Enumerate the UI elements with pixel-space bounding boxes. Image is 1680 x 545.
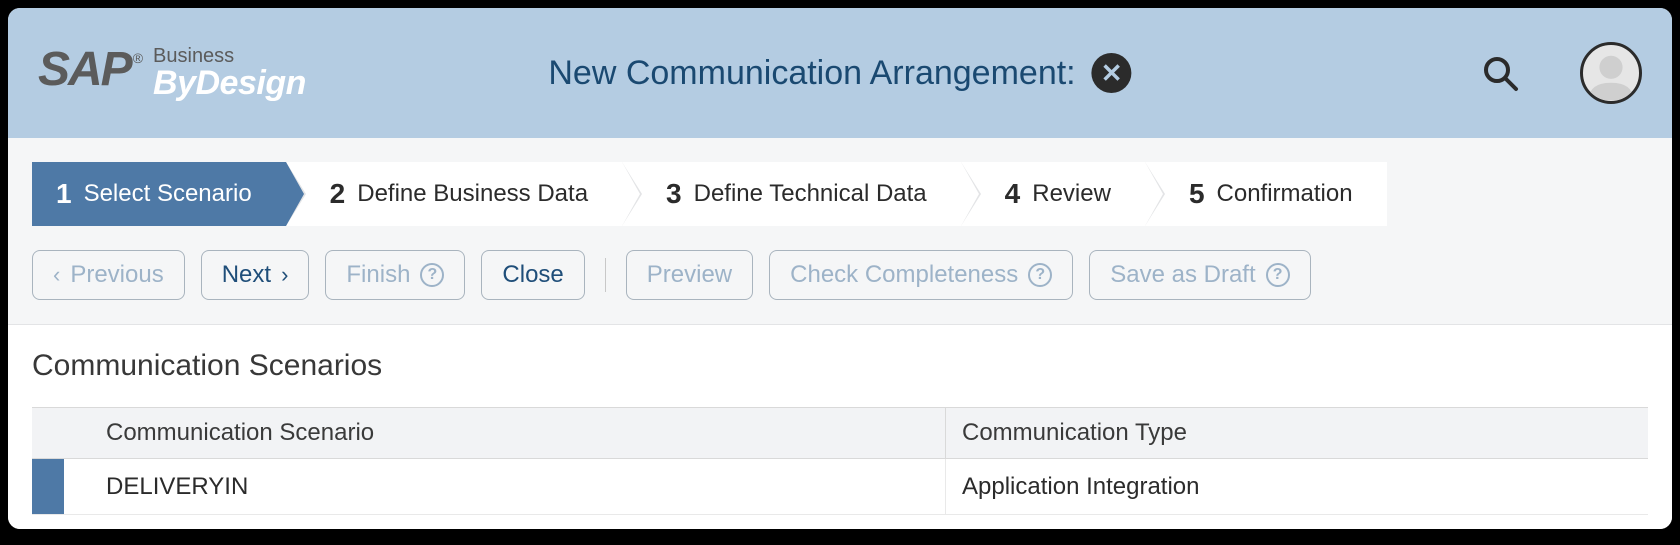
logo-brand: SAP <box>38 46 131 94</box>
save-as-draft-button[interactable]: Save as Draft ? <box>1089 250 1310 300</box>
app-header: SAP ® Business ByDesign New Communicatio… <box>8 8 1672 138</box>
row-selected-marker <box>32 459 64 514</box>
close-title-button[interactable]: ✕ <box>1092 53 1132 93</box>
button-label: Next <box>222 261 271 289</box>
table-row[interactable]: DELIVERYIN Application Integration <box>32 459 1648 515</box>
button-label: Finish <box>346 261 410 289</box>
check-completeness-button[interactable]: Check Completeness ? <box>769 250 1073 300</box>
step-define-technical-data[interactable]: 3 Define Technical Data <box>622 162 961 226</box>
content-area: Communication Scenarios Communication Sc… <box>8 325 1672 529</box>
help-icon: ? <box>1266 263 1290 287</box>
step-label: Define Business Data <box>357 180 588 208</box>
button-label: Previous <box>70 261 163 289</box>
page-title: New Communication Arrangement: <box>548 54 1075 93</box>
help-icon: ? <box>420 263 444 287</box>
step-number: 3 <box>666 178 682 210</box>
title-area: New Communication Arrangement: ✕ <box>548 53 1131 93</box>
step-label: Define Technical Data <box>694 180 927 208</box>
close-icon: ✕ <box>1101 60 1123 86</box>
step-confirmation[interactable]: 5 Confirmation <box>1145 162 1387 226</box>
close-button[interactable]: Close <box>481 250 584 300</box>
step-define-business-data[interactable]: 2 Define Business Data <box>286 162 622 226</box>
step-number: 2 <box>330 178 346 210</box>
step-review[interactable]: 4 Review <box>961 162 1145 226</box>
logo-line2: ByDesign <box>153 66 306 100</box>
button-label: Close <box>502 261 563 289</box>
wizard-steps: 1 Select Scenario 2 Define Business Data… <box>32 162 1648 226</box>
step-label: Confirmation <box>1217 180 1353 208</box>
step-select-scenario[interactable]: 1 Select Scenario <box>32 162 286 226</box>
app-window: SAP ® Business ByDesign New Communicatio… <box>8 8 1672 529</box>
preview-button[interactable]: Preview <box>626 250 753 300</box>
step-label: Select Scenario <box>84 180 252 208</box>
previous-button[interactable]: ‹ Previous <box>32 250 185 300</box>
next-button[interactable]: Next › <box>201 250 310 300</box>
logo-line1: Business <box>153 46 306 66</box>
chevron-left-icon: ‹ <box>53 262 60 288</box>
column-header-scenario: Communication Scenario <box>32 408 946 458</box>
cell-type: Application Integration <box>946 459 1648 514</box>
user-avatar[interactable] <box>1580 42 1642 104</box>
step-label: Review <box>1032 180 1111 208</box>
wizard-steps-wrapper: 1 Select Scenario 2 Define Business Data… <box>8 138 1672 226</box>
separator <box>605 258 606 292</box>
table-header: Communication Scenario Communication Typ… <box>32 407 1648 459</box>
step-number: 5 <box>1189 178 1205 210</box>
toolbar: ‹ Previous Next › Finish ? Close Preview… <box>8 226 1672 325</box>
step-number: 4 <box>1005 178 1021 210</box>
finish-button[interactable]: Finish ? <box>325 250 465 300</box>
step-number: 1 <box>56 178 72 210</box>
help-icon: ? <box>1028 263 1052 287</box>
button-label: Check Completeness <box>790 261 1018 289</box>
button-label: Preview <box>647 261 732 289</box>
search-icon[interactable] <box>1480 53 1520 93</box>
column-header-type: Communication Type <box>946 408 1648 458</box>
chevron-right-icon: › <box>281 262 288 288</box>
logo-registered: ® <box>133 50 143 66</box>
logo: SAP ® Business ByDesign <box>38 46 306 100</box>
section-title: Communication Scenarios <box>32 349 1648 383</box>
cell-scenario: DELIVERYIN <box>64 459 946 514</box>
button-label: Save as Draft <box>1110 261 1255 289</box>
